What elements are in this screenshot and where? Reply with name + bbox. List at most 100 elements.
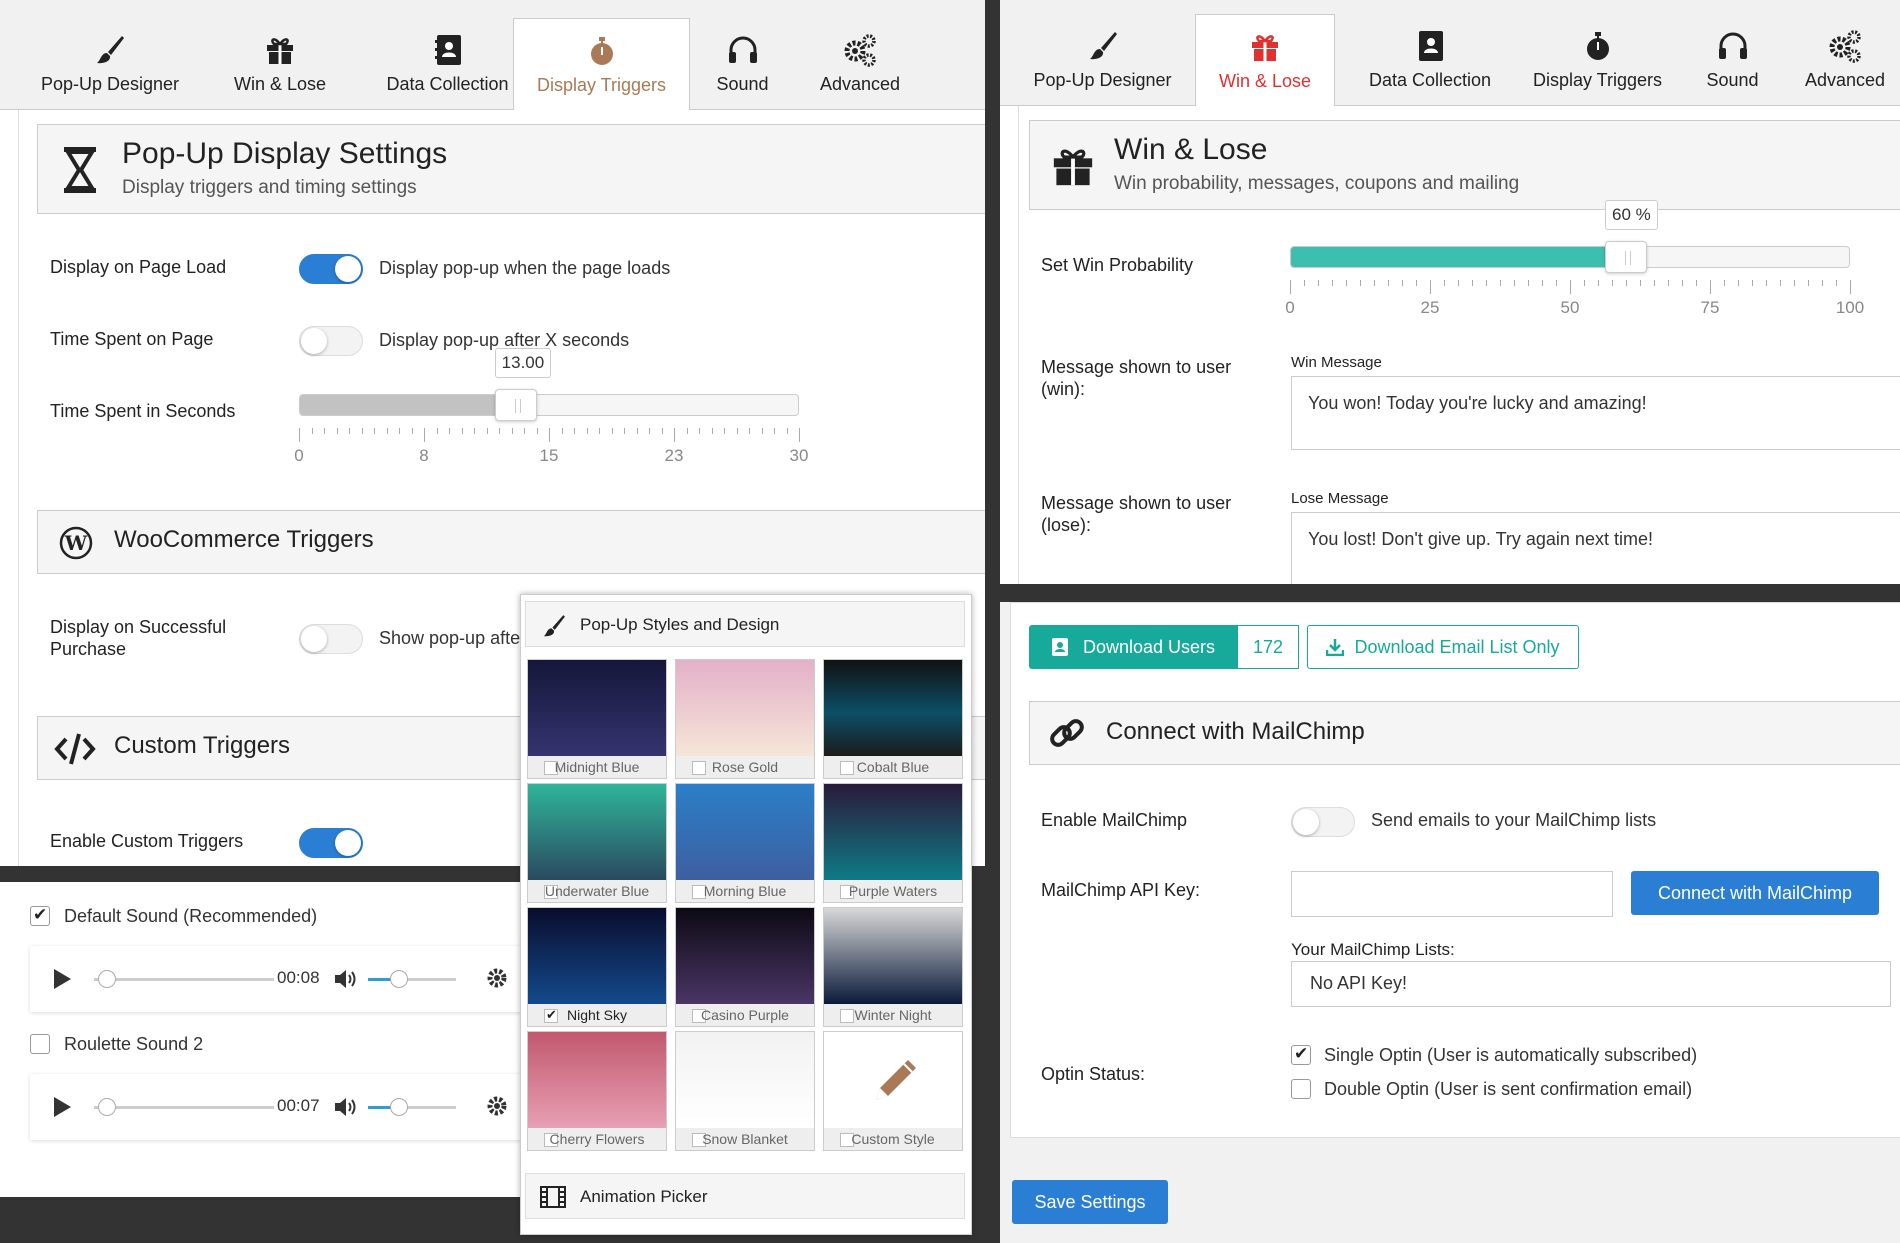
default-sound-label: Default Sound (Recommended) bbox=[64, 906, 318, 926]
slider-tick bbox=[1486, 280, 1487, 286]
slider-tick-label: 8 bbox=[419, 446, 429, 465]
lose-field-label: Lose Message bbox=[1291, 490, 1389, 507]
slider-track[interactable] bbox=[1290, 246, 1850, 268]
slider-tick bbox=[699, 428, 700, 434]
enable-mailchimp-toggle[interactable] bbox=[1291, 807, 1355, 837]
animation-header[interactable]: Animation Picker bbox=[525, 1173, 965, 1219]
slider-tick-label: 30 bbox=[789, 446, 809, 465]
tab-advanced[interactable]: Advanced bbox=[810, 18, 910, 110]
swatch-preview bbox=[676, 660, 814, 756]
roulette-sound-checkbox[interactable] bbox=[30, 1034, 50, 1054]
style-swatch[interactable]: Custom Style bbox=[823, 1031, 963, 1151]
style-swatch[interactable]: Underwater Blue bbox=[527, 783, 667, 903]
tab-label: Display Triggers bbox=[536, 75, 667, 95]
tab-data-collection[interactable]: Data Collection bbox=[370, 18, 525, 110]
slider-tick bbox=[511, 428, 513, 434]
woo-header: W WooCommerce Triggers bbox=[37, 510, 985, 574]
style-swatch[interactable]: Casino Purple bbox=[675, 907, 815, 1027]
lose-message-field[interactable]: You lost! Don't give up. Try again next … bbox=[1291, 512, 1900, 584]
swatch-preview bbox=[528, 908, 666, 1004]
tab-win-lose[interactable]: Win & Lose bbox=[1195, 14, 1335, 106]
slider-tick bbox=[1724, 280, 1725, 286]
style-swatch[interactable]: Night Sky bbox=[527, 907, 667, 1027]
tab-popup-designer[interactable]: Pop-Up Designer bbox=[30, 18, 190, 110]
page-title: Win & Lose bbox=[1114, 133, 1268, 166]
tab-label: Pop-Up Designer bbox=[1033, 70, 1172, 90]
tab-display-triggers[interactable]: Display Triggers bbox=[1525, 14, 1670, 106]
tab-sound[interactable]: Sound bbox=[700, 18, 785, 110]
purchase-toggle[interactable] bbox=[299, 624, 363, 654]
lists-select[interactable]: No API Key! bbox=[1291, 961, 1891, 1007]
progress-handle[interactable] bbox=[98, 970, 116, 988]
progress-handle[interactable] bbox=[98, 1098, 116, 1116]
default-sound-checkbox[interactable] bbox=[30, 905, 50, 926]
style-swatch[interactable]: Midnight Blue bbox=[527, 659, 667, 779]
slider-tick bbox=[1430, 280, 1431, 294]
gear-icon[interactable] bbox=[485, 966, 509, 990]
slider-tick bbox=[1472, 280, 1473, 286]
swatch-preview bbox=[676, 1032, 814, 1128]
volume-handle[interactable] bbox=[390, 1098, 408, 1116]
style-swatch[interactable]: Cobalt Blue bbox=[823, 659, 963, 779]
slider-tick bbox=[399, 428, 400, 434]
slider-tick bbox=[374, 428, 375, 434]
volume-icon[interactable] bbox=[334, 968, 358, 990]
slider-tick bbox=[1584, 280, 1585, 286]
slider-tick-label: 0 bbox=[294, 446, 304, 465]
style-swatch[interactable]: Snow Blanket bbox=[675, 1031, 815, 1151]
page-load-toggle[interactable] bbox=[299, 254, 363, 284]
progress-bar[interactable] bbox=[94, 1106, 274, 1109]
connect-mailchimp-button[interactable]: Connect with MailChimp bbox=[1631, 871, 1879, 915]
address-book-icon bbox=[434, 35, 461, 65]
slider-tick bbox=[649, 428, 650, 434]
style-swatch[interactable]: Cherry Flowers bbox=[527, 1031, 667, 1151]
display-settings-header: Pop-Up Display Settings Display triggers… bbox=[37, 124, 985, 214]
slider-tick bbox=[1696, 280, 1697, 286]
volume-icon[interactable] bbox=[334, 1096, 358, 1118]
double-optin-checkbox[interactable] bbox=[1291, 1079, 1311, 1099]
slider-handle[interactable] bbox=[494, 389, 537, 421]
progress-bar[interactable] bbox=[94, 978, 274, 981]
slider-tick bbox=[799, 428, 800, 442]
slider-tick bbox=[561, 428, 563, 434]
gift-icon bbox=[267, 38, 293, 64]
custom-toggle[interactable] bbox=[299, 828, 363, 858]
tab-sound[interactable]: Sound bbox=[1690, 14, 1775, 106]
tab-display-triggers[interactable]: Display Triggers bbox=[513, 18, 690, 111]
volume-track[interactable] bbox=[368, 1106, 456, 1109]
play-icon[interactable] bbox=[52, 968, 72, 990]
tab-label: Display Triggers bbox=[1532, 70, 1663, 90]
slider-tick bbox=[1528, 280, 1529, 286]
tab-data-collection[interactable]: Data Collection bbox=[1345, 14, 1515, 106]
code-icon bbox=[54, 733, 96, 765]
slider-track[interactable] bbox=[299, 394, 799, 416]
slider-handle[interactable] bbox=[1605, 241, 1647, 273]
style-swatch[interactable]: Morning Blue bbox=[675, 783, 815, 903]
style-swatch[interactable]: Purple Waters bbox=[823, 783, 963, 903]
brush-icon bbox=[1089, 32, 1117, 60]
time-on-page-toggle[interactable] bbox=[299, 326, 363, 356]
save-settings-button[interactable]: Save Settings bbox=[1012, 1180, 1168, 1224]
gear-icon[interactable] bbox=[485, 1094, 509, 1118]
volume-handle[interactable] bbox=[390, 970, 408, 988]
tab-advanced[interactable]: Advanced bbox=[1795, 14, 1895, 106]
single-optin-checkbox[interactable] bbox=[1291, 1044, 1311, 1065]
slider-tick-label: 0 bbox=[1285, 298, 1295, 317]
play-icon[interactable] bbox=[52, 1096, 72, 1118]
style-swatch[interactable]: Rose Gold bbox=[675, 659, 815, 779]
win-message-field[interactable]: You won! Today you're lucky and amazing! bbox=[1291, 376, 1900, 450]
style-swatch[interactable]: Winter Night bbox=[823, 907, 963, 1027]
tab-popup-designer[interactable]: Pop-Up Designer bbox=[1020, 14, 1185, 106]
tab-win-lose[interactable]: Win & Lose bbox=[220, 18, 340, 110]
link-icon bbox=[1050, 719, 1084, 747]
swatch-preview bbox=[528, 1032, 666, 1128]
download-email-button[interactable]: Download Email List Only bbox=[1307, 625, 1579, 669]
seconds-slider[interactable]: 0 8 15 23 30 bbox=[294, 389, 808, 474]
download-users-button[interactable]: Download Users 172 bbox=[1029, 625, 1299, 669]
api-key-input[interactable] bbox=[1291, 871, 1613, 917]
probability-slider[interactable]: 0 25 50 75 100 bbox=[1285, 241, 1864, 326]
slider-tick bbox=[1794, 280, 1795, 286]
slider-tick bbox=[411, 428, 413, 434]
volume-track[interactable] bbox=[368, 978, 456, 981]
slider-tick bbox=[1290, 280, 1291, 294]
